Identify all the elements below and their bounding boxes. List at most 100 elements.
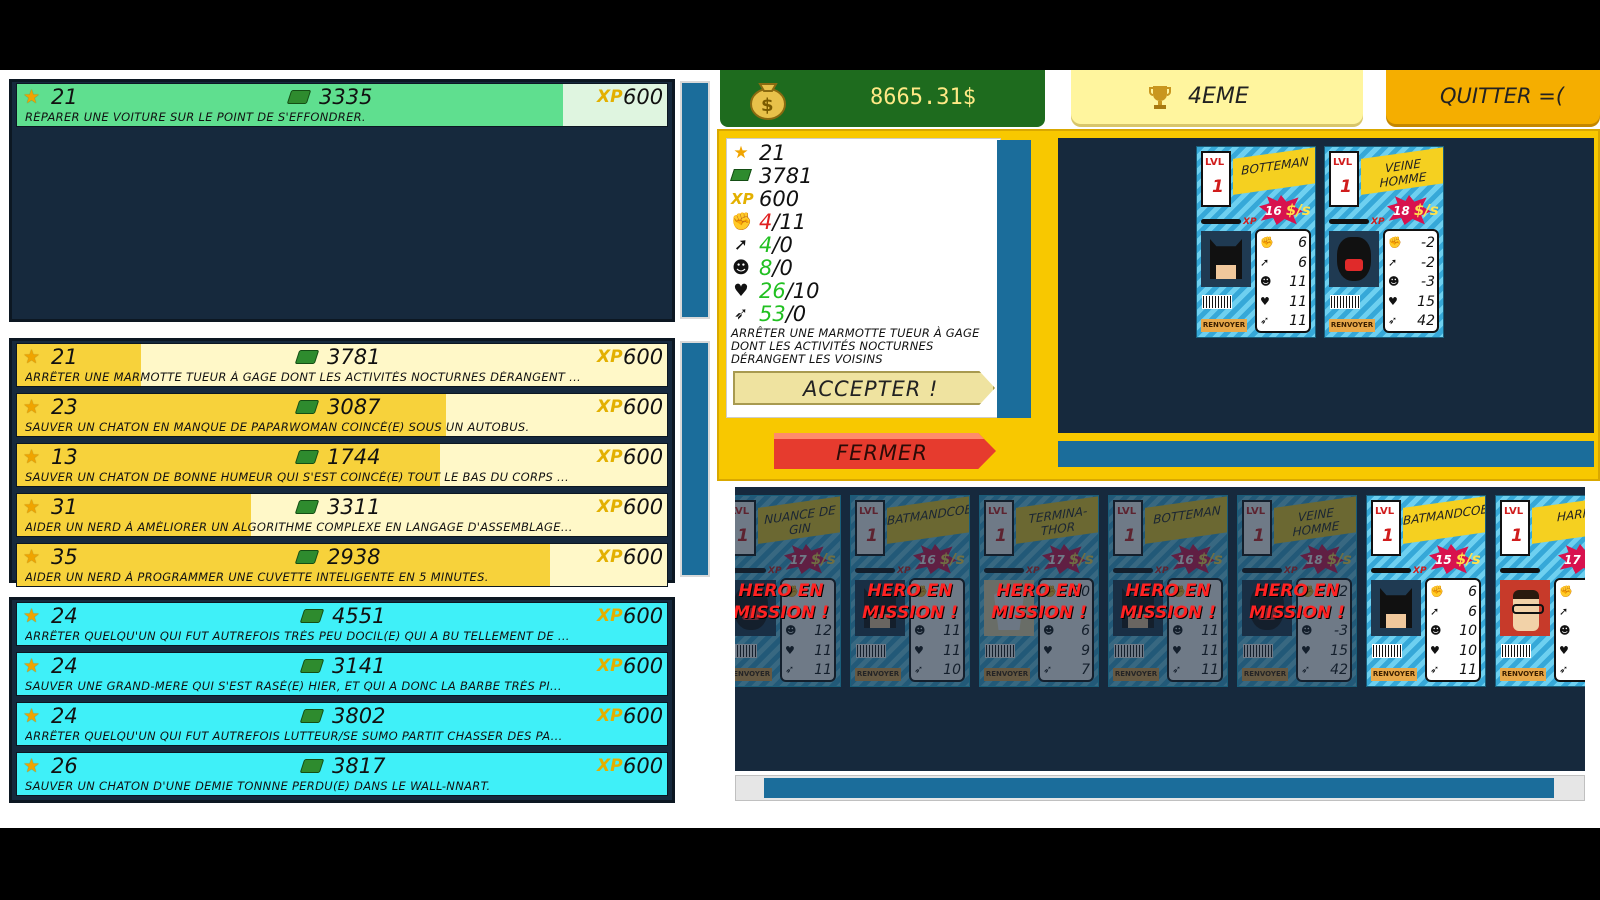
hero-stat-row: ✊ 6 <box>1260 234 1310 253</box>
detail-level: 21 <box>759 141 786 165</box>
hero-stat-row: ➚ -2 <box>1388 254 1438 273</box>
hero-stat-row: ♥ 15 <box>1388 293 1438 312</box>
hero-card[interactable]: LVL1NUANCE DE GIN17 $/sXPRENVOYER✊➚☻12♥1… <box>735 495 841 687</box>
mission-level: 31 <box>51 495 78 519</box>
mission-xp: 600 <box>623 85 664 109</box>
roster-scrollbar[interactable] <box>735 775 1585 801</box>
quit-button[interactable]: QUITTER =( <box>1386 70 1600 124</box>
hero-level-label: LVL <box>1333 157 1353 168</box>
active-missions-scrollbar[interactable] <box>680 81 710 319</box>
hero-rate-value: 15 <box>1435 553 1452 567</box>
hero-stat-row: ➚2 <box>1559 603 1585 622</box>
hero-card[interactable]: LVL1BATMANDCOEUR16 $/sXPRENVOYER✊➚☻11♥11… <box>850 495 970 687</box>
mission-detail-panel: ★ 21 3781 XP 600 ✊ 4/11 ➚ 4/0 ☻ 8/0 ♥ 26… <box>717 129 1600 481</box>
game-viewport: ★ 21 3335 XP 600 Réparer une voiture sur le p… <box>0 70 1600 828</box>
mission-row[interactable]: ★ 24 3141 XP 600 Sauver une grand-mere qui s'… <box>16 652 668 696</box>
hero-rate-unit: $/s <box>1455 550 1481 568</box>
mission-content: ★ 31 3311 XP 600 Aider un nerd à améliorer un… <box>17 494 667 536</box>
mission-description: Sauver un chaton en manque de Paparwoman… <box>25 421 530 434</box>
mission-content: ★ 21 3781 XP 600 Arrêter une marmotte tueur à… <box>17 344 667 386</box>
star-icon: ★ <box>23 396 41 418</box>
hero-card[interactable]: LVL 1 BATMANDCOEUR 15 $/s XP RENVOYER ✊ 6 ➚ 6 ☻ 10 ♥… <box>1366 495 1486 687</box>
mission-row[interactable]: ★ 13 1744 XP 600 Sauver un chaton de bonne hu… <box>16 443 668 487</box>
hero-card[interactable]: LVL 1 HARR 17 RENVOYER ✊9➚2☻6♥5➶5 <box>1495 495 1585 687</box>
hero-card[interactable]: LVL 1 VEINE HOMME 18 $/s XP RENVOYER ✊ -2 ➚ -2 ☻ -3… <box>1324 146 1444 338</box>
xp-icon: XP <box>597 656 623 676</box>
hero-stats: ✊ 6 ➚ 6 ☻ 11 ♥ 11 ➶ 11 <box>1255 229 1311 333</box>
xp-icon: XP <box>731 190 754 208</box>
mission-row[interactable]: ★ 31 3311 XP 600 Aider un nerd à améliorer un… <box>16 493 668 537</box>
accept-button[interactable]: ACCEPTER ! <box>733 371 995 405</box>
money-stack-icon <box>286 90 312 104</box>
available-missions-panel: ★ 21 3781 XP 600 Arrêter une marmotte tueur à… <box>9 338 675 587</box>
dismiss-hero-button[interactable]: RENVOYER <box>1500 668 1546 681</box>
dismiss-hero-button[interactable]: RENVOYER <box>1371 668 1417 681</box>
hero-stat-value: 10 <box>1459 642 1477 659</box>
running-icon: ➚ <box>733 235 749 255</box>
mission-row[interactable]: ★ 24 3802 XP 600 Arrêter quelqu'un qui fut au… <box>16 702 668 746</box>
dismiss-hero-button[interactable]: RENVOYER <box>1201 319 1247 332</box>
mission-detail-card: ★ 21 3781 XP 600 ✊ 4/11 ➚ 4/0 ☻ 8/0 ♥ 26… <box>726 138 1001 418</box>
star-icon: ★ <box>23 655 41 677</box>
selected-team-area[interactable]: LVL 1 BOTTEMAN 16 $/s XP RENVOYER ✊ 6 ➚ 6 ☻ 11 ♥ 11 ➶ 1… <box>1058 138 1594 433</box>
accept-label: ACCEPTER ! <box>803 377 939 401</box>
mission-row[interactable]: ★ 21 3781 XP 600 Arrêter une marmotte tueur à… <box>16 343 668 387</box>
mission-row[interactable]: ★ 24 4551 XP 600 Arrêter quelqu'un qui fut au… <box>16 602 668 646</box>
dismiss-hero-button[interactable]: RENVOYER <box>1329 319 1375 332</box>
mission-level: 24 <box>51 704 78 728</box>
mission-row[interactable]: ★ 35 2938 XP 600 Aider un nerd à programmer u… <box>16 543 668 587</box>
hero-card[interactable]: LVL 1 BOTTEMAN 16 $/s XP RENVOYER ✊ 6 ➚ 6 ☻ 11 ♥ 11 ➶ 1… <box>1196 146 1316 338</box>
hero-card[interactable]: LVL1BOTTEMAN16 $/sXPRENVOYER✊➚☻11♥11➶11H… <box>1108 495 1228 687</box>
hero-stat-row: ➚ 6 <box>1260 254 1310 273</box>
detail-scrollbar[interactable] <box>997 140 1031 418</box>
intel-current: 8 <box>759 256 773 280</box>
mission-row[interactable]: ★ 21 3335 XP 600 Réparer une voiture sur le p… <box>16 83 668 127</box>
hero-rate-value: 18 <box>1393 204 1410 218</box>
hero-card[interactable]: LVL1VEINE HOMME18 $/sXPRENVOYER✊2➚☻-3♥15… <box>1237 495 1357 687</box>
strength-icon: ✊ <box>1430 585 1444 598</box>
hero-portrait <box>1329 231 1379 287</box>
strength-icon: ✊ <box>731 212 753 232</box>
mission-level: 21 <box>51 345 78 369</box>
available-missions-scrollbar[interactable] <box>680 341 710 577</box>
hero-rate: 15 $/s <box>1435 550 1481 568</box>
strength-icon: ✊ <box>1388 236 1402 249</box>
hero-stat-row: ➶ 11 <box>1430 661 1480 680</box>
hero-name: BATMANDCOEUR <box>1403 496 1485 544</box>
mission-description: Arrêter quelqu'un qui fut autrefois très… <box>25 630 570 643</box>
mission-xp: 600 <box>623 754 664 778</box>
detail-money: 3781 <box>759 164 813 188</box>
close-button[interactable]: FERMER <box>774 433 996 469</box>
running-icon: ➚ <box>1559 604 1569 618</box>
xp-icon: XP <box>597 547 623 567</box>
hero-xp-label: XP <box>1413 566 1427 576</box>
svg-text:$: $ <box>761 95 774 116</box>
heart-icon: ♥ <box>1388 294 1398 308</box>
money-stack-icon <box>299 609 325 623</box>
hero-stat-value: -3 <box>1421 274 1435 290</box>
barcode-icon <box>1202 295 1232 309</box>
star-icon: ★ <box>23 346 41 368</box>
intel-required: /0 <box>772 256 793 280</box>
xp-icon: XP <box>597 397 623 417</box>
star-icon: ★ <box>733 143 749 163</box>
hero-card[interactable]: LVL1TERMINA-THOR17 $/sXPRENVOYER✊20➚☻6♥9… <box>979 495 1099 687</box>
mission-xp: 600 <box>623 395 664 419</box>
hero-stat-value: 11 <box>1289 274 1307 290</box>
mission-row[interactable]: ★ 26 3817 XP 600 Sauver un chaton d'une demie… <box>16 752 668 796</box>
star-icon: ★ <box>23 446 41 468</box>
brain-icon: ☻ <box>1559 624 1571 637</box>
hero-stat-value: 15 <box>1417 293 1435 310</box>
star-icon: ★ <box>23 546 41 568</box>
money-bag-icon: $ <box>750 83 786 120</box>
special-missions-panel: ★ 24 4551 XP 600 Arrêter quelqu'un qui fut au… <box>9 597 675 803</box>
close-label: FERMER <box>836 441 928 465</box>
roster-scrollbar-thumb[interactable] <box>764 778 1554 798</box>
hero-rate: 17 <box>1564 550 1581 568</box>
hero-portrait <box>1201 231 1251 287</box>
mission-row[interactable]: ★ 23 3087 XP 600 Sauver un chaton en manque d… <box>16 393 668 437</box>
hero-on-mission-label: HERO EN MISSION ! <box>1249 581 1345 623</box>
hero-stat-value: 42 <box>1417 313 1435 329</box>
hero-level-badge: LVL 1 <box>1500 500 1530 556</box>
mission-xp: 600 <box>623 604 664 628</box>
